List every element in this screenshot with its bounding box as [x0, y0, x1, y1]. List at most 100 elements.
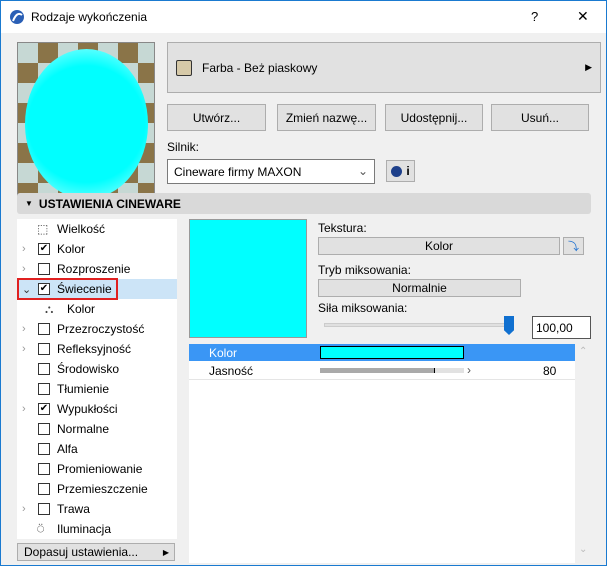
dialog-window: Rodzaje wykończenia ? ✕ Farba - Beż pias… — [0, 0, 607, 566]
tree-item[interactable]: › ✔ Kolor — [17, 239, 177, 259]
rename-button[interactable]: Zmień nazwę... — [277, 104, 376, 131]
blend-strength-slider[interactable] — [324, 323, 514, 327]
blend-mode-label: Tryb miksowania: — [318, 263, 411, 277]
adjust-settings-label: Dopasuj ustawienia... — [24, 545, 139, 559]
channel-preview — [189, 219, 307, 338]
property-row-brightness[interactable]: Jasność › 80 — [189, 361, 575, 380]
engine-info-button[interactable]: i — [386, 160, 415, 182]
tree-item-label: Przemieszczenie — [57, 482, 148, 496]
checkbox[interactable] — [38, 323, 50, 335]
app-logo-icon — [10, 10, 24, 24]
tree-item[interactable]: Środowisko — [17, 359, 177, 379]
tree-item-label: Refleksyjność — [57, 342, 132, 356]
tree-item[interactable]: Promieniowanie — [17, 459, 177, 479]
size-icon: ⬚ — [37, 222, 49, 236]
tree-item[interactable]: ⬚ Wielkość — [17, 219, 177, 239]
tree-item-label: Kolor — [57, 242, 86, 256]
color-swatch[interactable] — [320, 346, 464, 359]
delete-button[interactable]: Usuń... — [491, 104, 589, 131]
texture-label: Tekstura: — [318, 221, 367, 235]
texture-button[interactable]: Kolor — [318, 237, 560, 255]
property-name: Jasność — [209, 364, 254, 378]
slider-handle[interactable] — [504, 316, 514, 335]
scroll-up-icon[interactable]: ⌃ — [579, 346, 587, 357]
highlight-box — [17, 278, 118, 300]
tree-item-label: Środowisko — [57, 362, 120, 376]
brightness-slider[interactable] — [320, 368, 464, 373]
arrow-right-icon: ▶ — [585, 62, 592, 72]
tree-item[interactable]: Alfa — [17, 439, 177, 459]
chevron-right-icon[interactable]: › — [22, 263, 26, 275]
blend-strength-label: Siła miksowania: — [318, 301, 408, 315]
illumination-icon: ⍥ — [37, 521, 45, 536]
tree-item-label: Wielkość — [57, 222, 106, 236]
tree-item[interactable]: Normalne — [17, 419, 177, 439]
cinema4d-icon — [391, 165, 403, 177]
engine-value: Cineware firmy MAXON — [174, 164, 302, 179]
tree-item-label: Alfa — [57, 442, 78, 456]
channel-tree: ⬚ Wielkość › ✔ Kolor › Rozproszenie ⌄ ✔ Świecenie… — [17, 219, 177, 539]
checkbox[interactable]: ✔ — [38, 403, 50, 415]
tree-item[interactable]: Tłumienie — [17, 379, 177, 399]
triangle-down-icon: ▼ — [25, 199, 33, 208]
chevron-right-icon[interactable]: › — [22, 323, 26, 335]
tree-item-label: Iluminacja — [57, 522, 112, 536]
checkbox[interactable] — [38, 423, 50, 435]
scrollbar[interactable]: ⌃ ⌄ — [576, 344, 591, 563]
scroll-down-icon[interactable]: ⌄ — [579, 544, 587, 555]
checkbox[interactable] — [38, 463, 50, 475]
tree-item-label: Trawa — [57, 502, 90, 516]
adjust-settings-button[interactable]: Dopasuj ustawienia... ▶ — [17, 543, 175, 561]
tree-item-label: Promieniowanie — [57, 462, 143, 476]
checkbox[interactable] — [38, 483, 50, 495]
chevron-right-icon[interactable]: › — [22, 503, 26, 515]
tree-item-label: Przezroczystość — [57, 322, 145, 336]
chevron-right-icon[interactable]: › — [22, 343, 26, 355]
brightness-value: 80 — [543, 364, 557, 378]
checkbox[interactable] — [38, 443, 50, 455]
help-button[interactable]: ? — [531, 9, 538, 24]
blend-strength-input[interactable]: 100,00 — [532, 316, 591, 339]
tree-item[interactable]: › Trawa — [17, 499, 177, 519]
checkbox[interactable] — [38, 383, 50, 395]
arrow-right-icon: ▶ — [162, 547, 169, 557]
material-name: Farba - Beż piaskowy — [202, 60, 318, 75]
tree-item[interactable]: › Przezroczystość — [17, 319, 177, 339]
section-header[interactable]: ▼ USTAWIENIA CINEWARE — [17, 193, 591, 214]
engine-dropdown[interactable]: Cineware firmy MAXON ⌄ — [167, 159, 375, 184]
window-title: Rodzaje wykończenia — [31, 10, 148, 24]
checkbox[interactable] — [38, 363, 50, 375]
chevron-right-icon[interactable]: › — [22, 243, 26, 255]
property-row-color[interactable]: Kolor — [189, 344, 575, 361]
load-texture-button[interactable]: ⤵ — [563, 237, 584, 255]
blend-mode-button[interactable]: Normalnie — [318, 279, 521, 297]
color-channel-icon: ⛬ — [45, 301, 54, 316]
checkbox[interactable] — [38, 503, 50, 515]
tree-item-label: Wypukłości — [57, 402, 118, 416]
tree-item-label: Kolor — [67, 302, 96, 316]
engine-label: Silnik: — [167, 140, 200, 154]
chevron-right-icon[interactable]: › — [22, 403, 26, 415]
tree-item-label: Normalne — [57, 422, 110, 436]
share-button[interactable]: Udostępnij... — [385, 104, 483, 131]
material-selector[interactable]: Farba - Beż piaskowy ▶ — [167, 42, 601, 93]
material-swatch — [176, 59, 192, 76]
property-table: Kolor Jasność › 80 — [189, 344, 575, 563]
tree-item[interactable]: › ✔ Wypukłości — [17, 399, 177, 419]
tree-item[interactable]: › Rozproszenie — [17, 259, 177, 279]
tree-item[interactable]: Przemieszczenie — [17, 479, 177, 499]
tree-item[interactable]: ⛬ Kolor — [17, 299, 177, 319]
slider-diamond-icon: › — [467, 363, 471, 377]
checkbox[interactable] — [38, 263, 50, 275]
checkbox[interactable] — [38, 343, 50, 355]
section-title: USTAWIENIA CINEWARE — [38, 196, 181, 211]
tree-item[interactable]: ⍥ Iluminacja — [17, 519, 177, 539]
create-button[interactable]: Utwórz... — [167, 104, 266, 131]
chevron-down-icon: ⌄ — [357, 164, 368, 178]
tree-item[interactable]: › Refleksyjność — [17, 339, 177, 359]
close-button[interactable]: ✕ — [577, 8, 589, 25]
material-preview — [17, 42, 155, 209]
title-bar: Rodzaje wykończenia ? ✕ — [1, 1, 606, 33]
property-name: Kolor — [209, 346, 238, 360]
checkbox[interactable]: ✔ — [38, 243, 50, 255]
